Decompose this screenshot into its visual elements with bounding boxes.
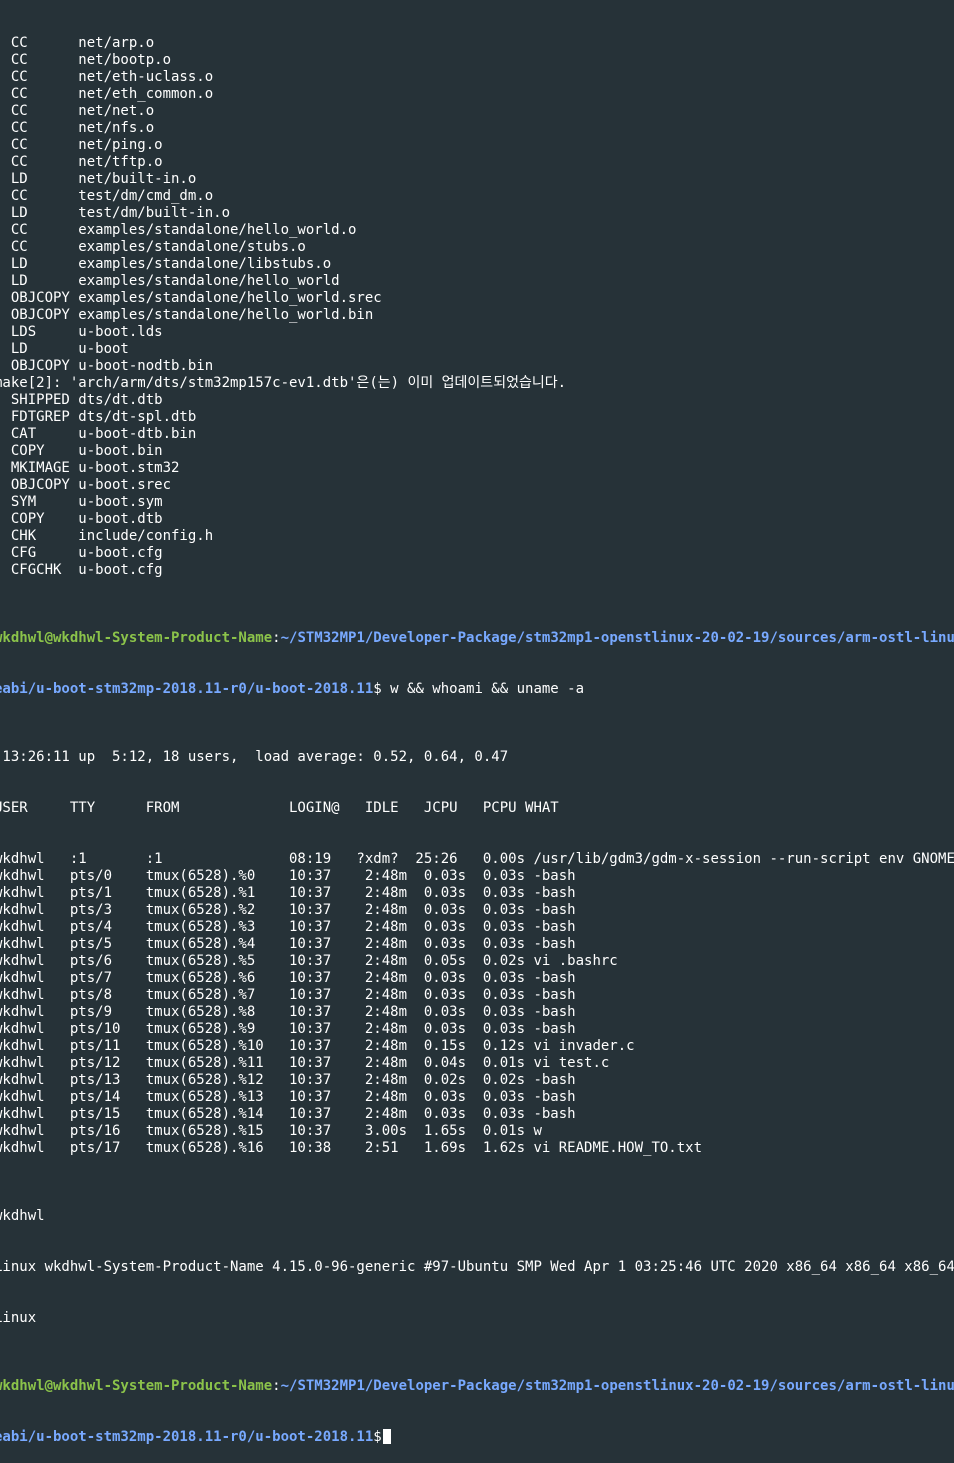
uname-output: Linux wkdhwl-System-Product-Name 4.15.0-… (0, 1259, 954, 1275)
w-table-row: wkdhwl pts/5 tmux(6528).%4 10:37 2:48m 0… (0, 936, 576, 952)
prompt-path: ~/STM32MP1/Developer-Package/stm32mp1-op… (280, 630, 954, 646)
build-output-line: CC net/eth_common.o (0, 86, 214, 102)
build-output-line: LD examples/standalone/libstubs.o (0, 256, 332, 272)
build-output-line: CC test/dm/cmd_dm.o (0, 188, 214, 204)
uname-output-continued: Linux (0, 1310, 37, 1326)
prompt-line-continued: eabi/u-boot-stm32mp-2018.11-r0/u-boot-20… (0, 681, 954, 698)
build-output-line: COPY u-boot.dtb (0, 511, 163, 527)
w-table-row: wkdhwl pts/14 tmux(6528).%13 10:37 2:48m… (0, 1089, 576, 1105)
build-output-line: LD u-boot (0, 341, 129, 357)
build-output-line: OBJCOPY examples/standalone/hello_world.… (0, 307, 374, 323)
build-output-line: CC net/nfs.o (0, 120, 155, 136)
build-output-line: CFGCHK u-boot.cfg (0, 562, 163, 578)
w-table-row: wkdhwl pts/11 tmux(6528).%10 10:37 2:48m… (0, 1038, 635, 1054)
w-table-row: wkdhwl pts/4 tmux(6528).%3 10:37 2:48m 0… (0, 919, 576, 935)
build-output-line: LDS u-boot.lds (0, 324, 163, 340)
build-output-line: LD net/built-in.o (0, 171, 197, 187)
prompt-user-host: wkdhwl@wkdhwl-System-Product-Name (0, 1378, 273, 1394)
w-table-row: wkdhwl :1 :1 08:19 ?xdm? 25:26 0.00s /us… (0, 851, 954, 867)
build-output-line: LD examples/standalone/hello_world (0, 273, 340, 289)
prompt-dollar: $ (373, 681, 391, 697)
whoami-output: wkdhwl (0, 1208, 45, 1224)
w-table-row: wkdhwl pts/8 tmux(6528).%7 10:37 2:48m 0… (0, 987, 576, 1003)
build-output-line: CC examples/standalone/hello_world.o (0, 222, 357, 238)
prompt-path-continued: eabi/u-boot-stm32mp-2018.11-r0/u-boot-20… (0, 1429, 374, 1445)
build-output-line: MKIMAGE u-boot.stm32 (0, 460, 180, 476)
prompt-separator: : (272, 1378, 281, 1394)
build-output-line: CAT u-boot-dtb.bin (0, 426, 197, 442)
build-output-line: CHK include/config.h (0, 528, 214, 544)
build-output-line: CFG u-boot.cfg (0, 545, 163, 561)
build-output-line: CC net/net.o (0, 103, 155, 119)
w-table-row: wkdhwl pts/15 tmux(6528).%14 10:37 2:48m… (0, 1106, 576, 1122)
build-output-line: CC net/eth-uclass.o (0, 69, 214, 85)
build-output: CC net/arp.o CC net/bootp.o CC net/eth-u… (0, 35, 954, 579)
w-table-header: USER TTY FROM LOGIN@ IDLE JCPU PCPU WHAT (0, 800, 559, 816)
build-output-line: OBJCOPY u-boot.srec (0, 477, 172, 493)
w-table-row: wkdhwl pts/13 tmux(6528).%12 10:37 2:48m… (0, 1072, 576, 1088)
prompt-line: wkdhwl@wkdhwl-System-Product-Name:~/STM3… (0, 630, 954, 647)
prompt-separator: : (272, 630, 281, 646)
build-output-line: LD test/dm/built-in.o (0, 205, 231, 221)
uptime-line: 13:26:11 up 5:12, 18 users, load average… (0, 749, 509, 765)
typed-command: w && whoami && uname -a (390, 681, 585, 697)
w-table-row: wkdhwl pts/1 tmux(6528).%1 10:37 2:48m 0… (0, 885, 576, 901)
w-table-row: wkdhwl pts/3 tmux(6528).%2 10:37 2:48m 0… (0, 902, 576, 918)
build-output-line: CC net/arp.o (0, 35, 155, 51)
w-table-row: wkdhwl pts/9 tmux(6528).%8 10:37 2:48m 0… (0, 1004, 576, 1020)
w-table-row: wkdhwl pts/0 tmux(6528).%0 10:37 2:48m 0… (0, 868, 576, 884)
terminal-window[interactable]: CC net/arp.o CC net/bootp.o CC net/eth-u… (0, 1, 954, 1463)
w-table-row: wkdhwl pts/6 tmux(6528).%5 10:37 2:48m 0… (0, 953, 618, 969)
build-output-line: COPY u-boot.bin (0, 443, 163, 459)
text-cursor[interactable] (382, 1429, 391, 1444)
prompt-user-host: wkdhwl@wkdhwl-System-Product-Name (0, 630, 273, 646)
build-output-line: OBJCOPY examples/standalone/hello_world.… (0, 290, 382, 306)
w-table-row: wkdhwl pts/17 tmux(6528).%16 10:38 2:51 … (0, 1140, 703, 1156)
build-output-line: CC examples/standalone/stubs.o (0, 239, 306, 255)
prompt-path: ~/STM32MP1/Developer-Package/stm32mp1-op… (280, 1378, 954, 1394)
build-output-line: OBJCOPY u-boot-nodtb.bin (0, 358, 214, 374)
active-prompt-line-continued[interactable]: eabi/u-boot-stm32mp-2018.11-r0/u-boot-20… (0, 1429, 954, 1446)
prompt-path-continued: eabi/u-boot-stm32mp-2018.11-r0/u-boot-20… (0, 681, 374, 697)
w-table-row: wkdhwl pts/16 tmux(6528).%15 10:37 3.00s… (0, 1123, 542, 1139)
w-table-row: wkdhwl pts/12 tmux(6528).%11 10:37 2:48m… (0, 1055, 610, 1071)
build-output-line: CC net/ping.o (0, 137, 163, 153)
w-table-row: wkdhwl pts/7 tmux(6528).%6 10:37 2:48m 0… (0, 970, 576, 986)
build-output-line: SHIPPED dts/dt.dtb (0, 392, 163, 408)
prompt-dollar: $ (373, 1429, 382, 1445)
w-table-row: wkdhwl pts/10 tmux(6528).%9 10:37 2:48m … (0, 1021, 576, 1037)
build-output-line: FDTGREP dts/dt-spl.dtb (0, 409, 197, 425)
build-output-line: SYM u-boot.sym (0, 494, 163, 510)
build-output-line: make[2]: 'arch/arm/dts/stm32mp157c-ev1.d… (0, 375, 567, 391)
active-prompt-line: wkdhwl@wkdhwl-System-Product-Name:~/STM3… (0, 1378, 954, 1395)
build-output-line: CC net/bootp.o (0, 52, 172, 68)
build-output-line: CC net/tftp.o (0, 154, 163, 170)
w-table-rows: wkdhwl :1 :1 08:19 ?xdm? 25:26 0.00s /us… (0, 851, 954, 1157)
